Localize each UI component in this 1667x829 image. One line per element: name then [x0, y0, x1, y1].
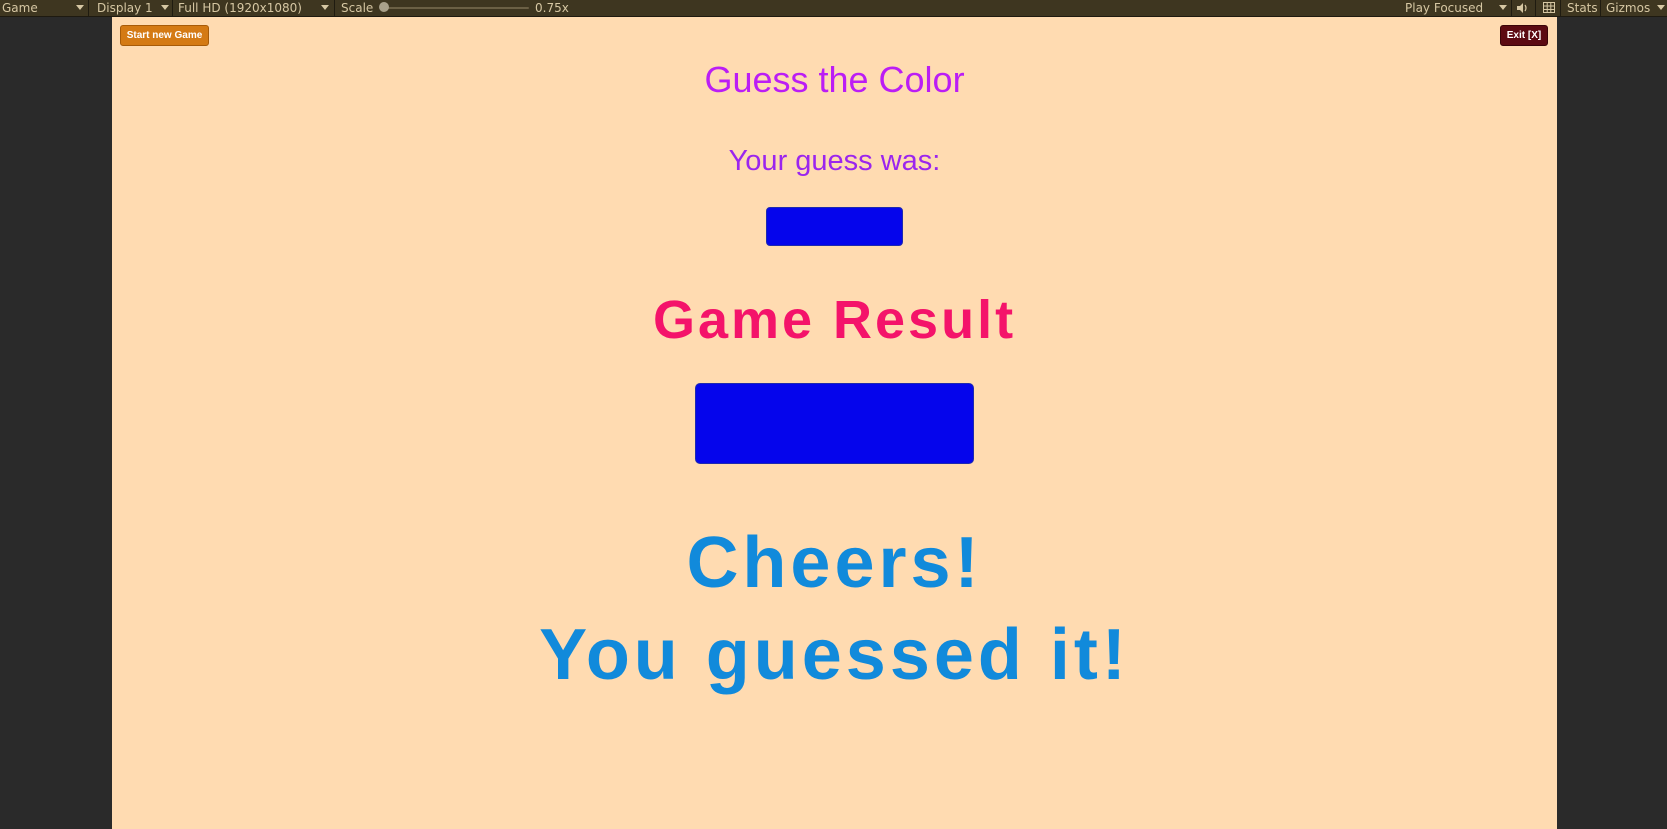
- toolbar-divider: [1535, 0, 1536, 16]
- view-dropdown[interactable]: Game: [2, 0, 84, 16]
- toolbar-divider: [334, 0, 335, 16]
- result-message: Cheers! You guessed it!: [112, 517, 1557, 701]
- chevron-down-icon: [1657, 5, 1665, 10]
- resolution-dropdown[interactable]: Full HD (1920x1080): [178, 0, 333, 16]
- view-dropdown-label: Game: [2, 1, 38, 15]
- play-mode-label: Play Focused: [1405, 1, 1484, 15]
- chevron-down-icon: [321, 5, 329, 10]
- scale-label: Scale: [341, 1, 374, 15]
- scale-slider[interactable]: [384, 7, 529, 9]
- result-heading: Game Result: [652, 290, 1017, 350]
- result-message-line1: Cheers!: [686, 523, 983, 603]
- stats-button[interactable]: Stats: [1567, 0, 1598, 16]
- guess-color-swatch: [766, 207, 903, 246]
- exit-button[interactable]: Exit [X]: [1500, 25, 1548, 46]
- game-view-toolbar: Game Display 1 Full HD (1920x1080) Scale…: [0, 0, 1667, 17]
- toolbar-divider: [88, 0, 89, 16]
- scale-slider-handle[interactable]: [379, 2, 389, 12]
- chevron-down-icon: [76, 5, 84, 10]
- chevron-down-icon: [161, 5, 169, 10]
- guess-label: Your guess was:: [728, 145, 941, 177]
- toolbar-divider: [172, 0, 173, 16]
- start-new-game-button[interactable]: Start new Game: [120, 25, 209, 46]
- display-dropdown-label: Display 1: [97, 1, 153, 15]
- game-view: Start new Game Exit [X] Guess the Color …: [112, 17, 1557, 829]
- resolution-dropdown-label: Full HD (1920x1080): [178, 1, 302, 15]
- speaker-icon[interactable]: [1517, 3, 1529, 13]
- toolbar-divider: [1511, 0, 1512, 16]
- display-dropdown[interactable]: Display 1: [97, 0, 169, 16]
- result-message-line2: You guessed it!: [539, 615, 1130, 695]
- toolbar-divider: [1560, 0, 1561, 16]
- play-mode-dropdown[interactable]: Play Focused: [1405, 0, 1507, 16]
- scale-value: 0.75x: [535, 1, 569, 15]
- result-color-swatch: [695, 383, 974, 464]
- gizmos-dropdown[interactable]: Gizmos: [1606, 0, 1665, 16]
- grid-icon[interactable]: [1543, 2, 1555, 13]
- game-title: Guess the Color: [704, 59, 965, 100]
- gizmos-label: Gizmos: [1606, 1, 1651, 15]
- toolbar-divider: [1600, 0, 1601, 16]
- chevron-down-icon: [1499, 5, 1507, 10]
